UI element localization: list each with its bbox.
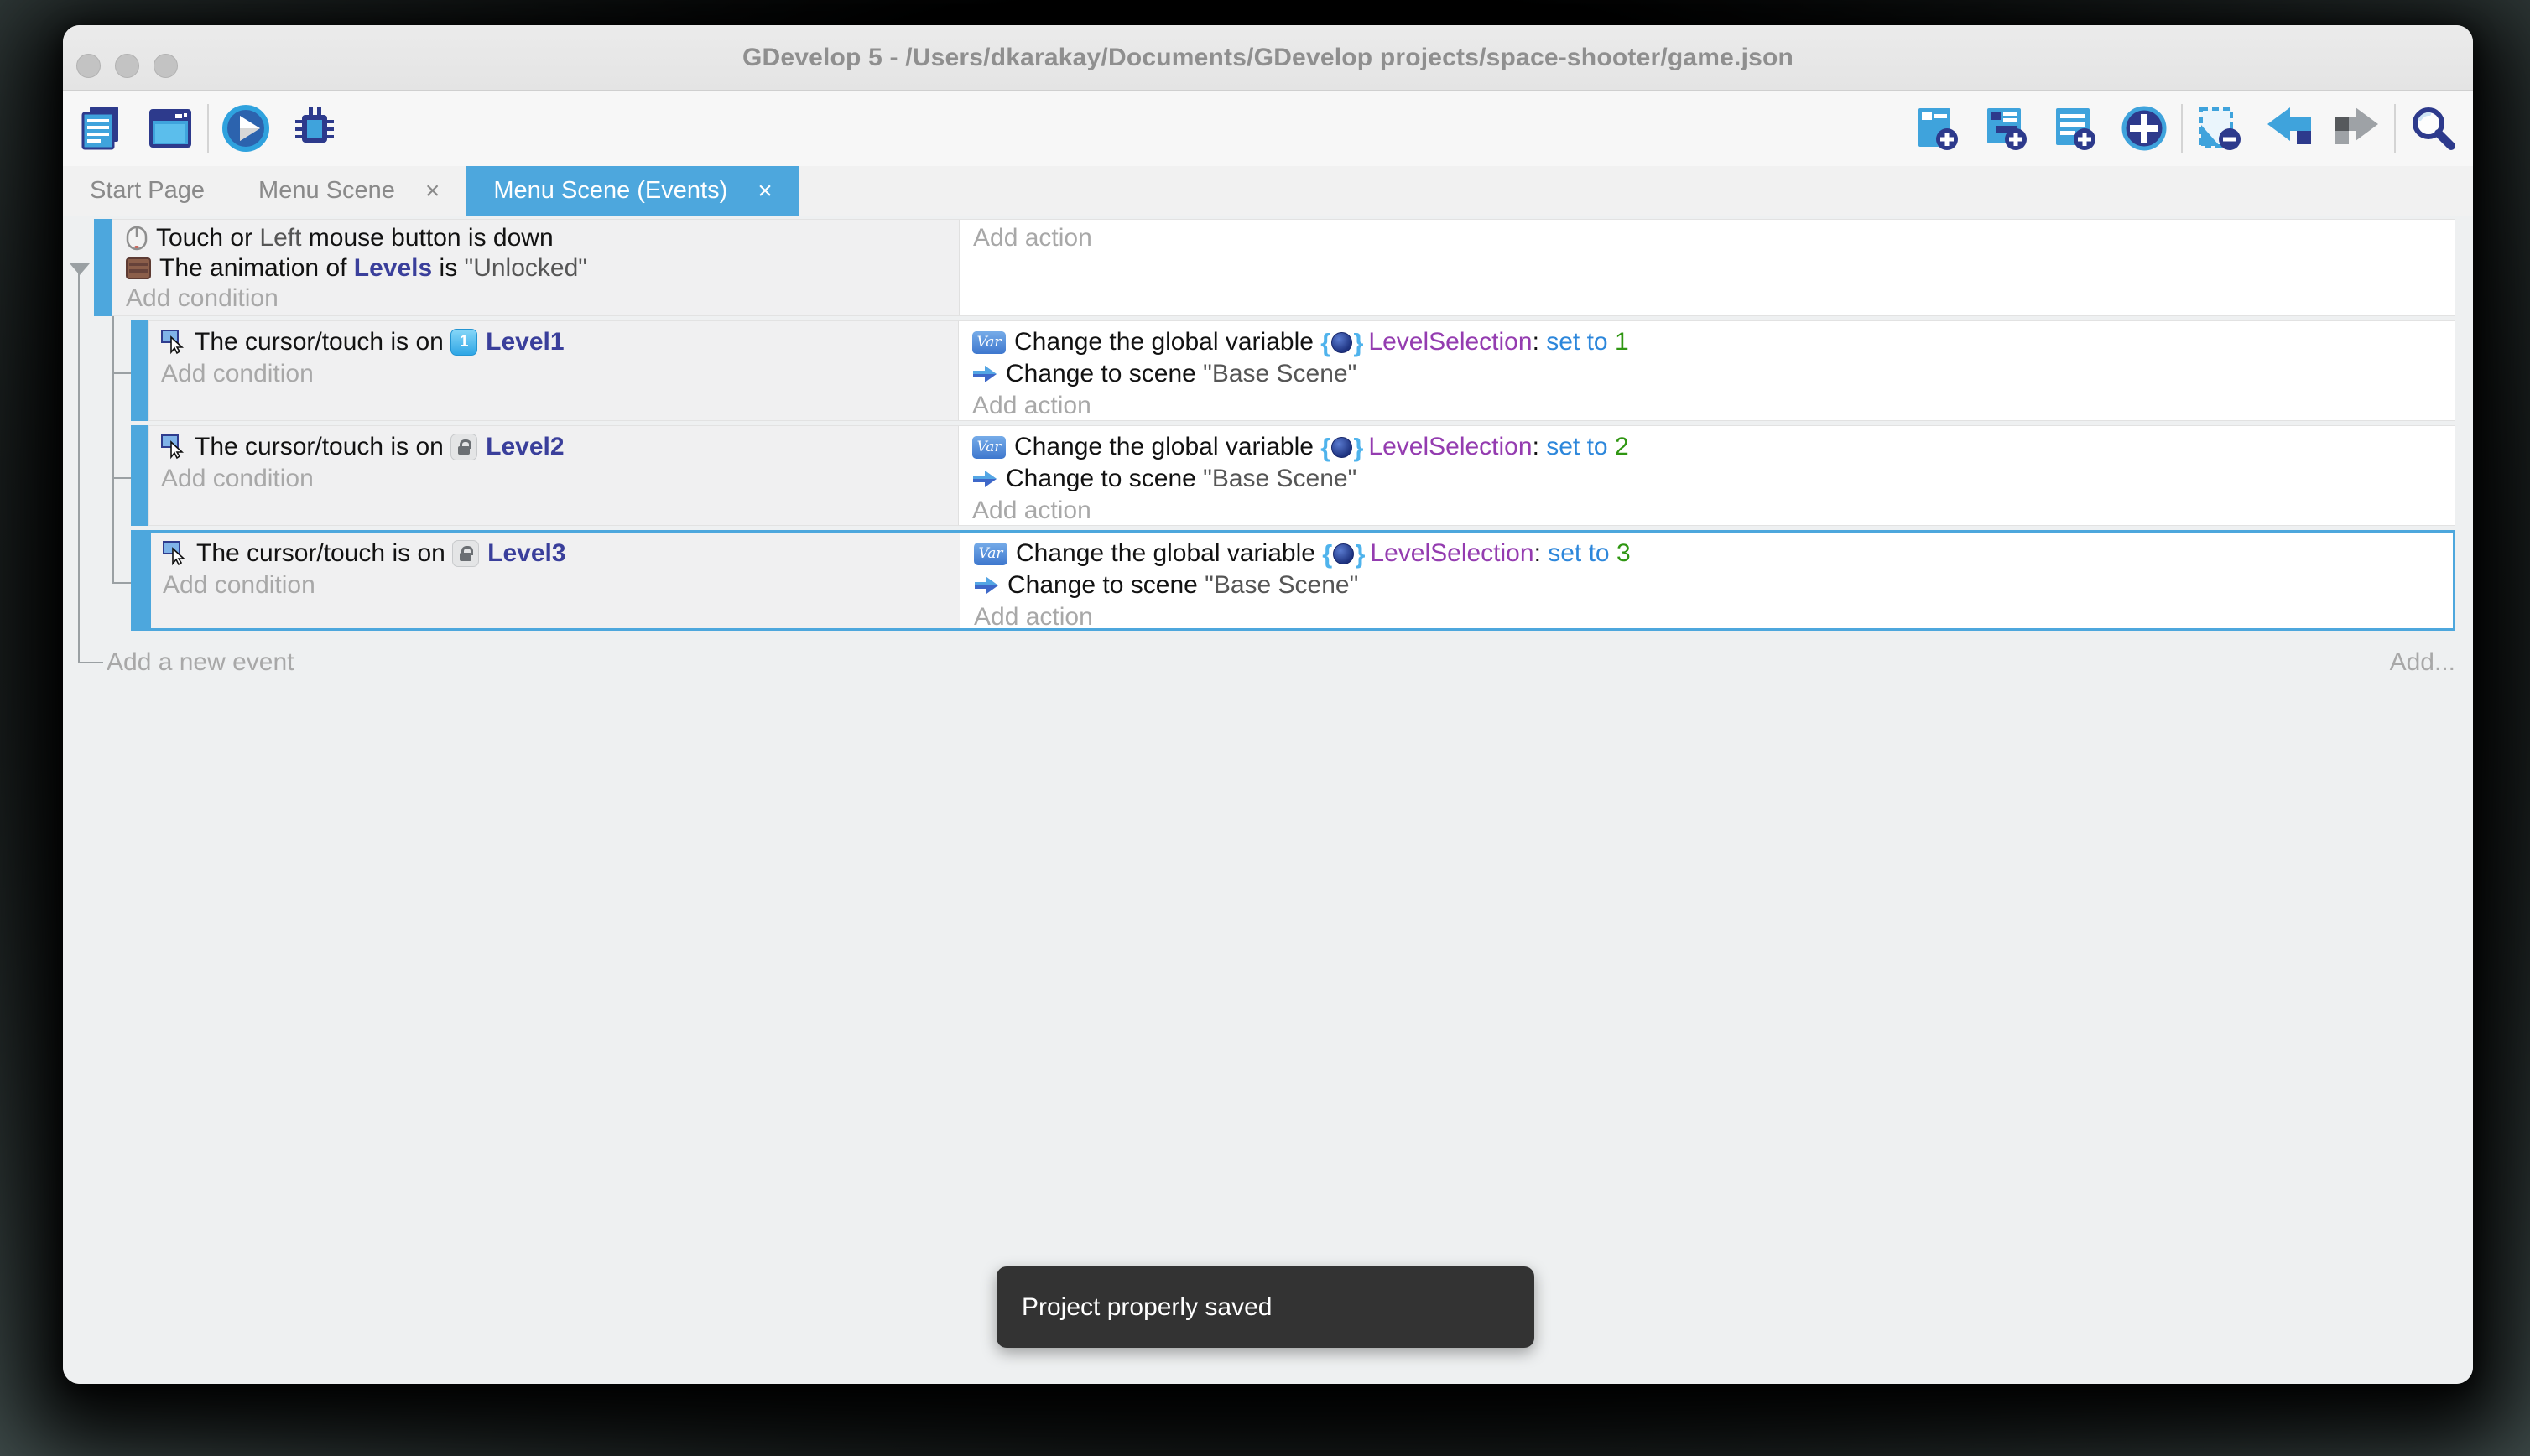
action-set-variable[interactable]: VarChange the global variable {}LevelSel…	[959, 326, 2455, 358]
lock-icon	[458, 446, 470, 455]
search-events-button[interactable]	[2408, 103, 2458, 153]
add-action-button[interactable]: Add action	[959, 390, 2455, 421]
scene-editor-button[interactable]	[145, 103, 195, 153]
tab-start-page[interactable]: Start Page	[63, 166, 232, 216]
titlebar: GDevelop 5 - /Users/dkarakay/Documents/G…	[63, 25, 2473, 91]
add-circle-icon	[2119, 103, 2169, 153]
level3-object-icon	[452, 540, 479, 567]
change-scene-arrow-icon	[972, 364, 997, 384]
event-drag-handle[interactable]	[131, 425, 148, 526]
global-variable-icon: {}	[1320, 434, 1363, 460]
add-comment-icon	[2050, 103, 2101, 153]
add-condition-button[interactable]: Add condition	[149, 463, 958, 495]
sprite-animation-icon	[126, 257, 151, 279]
cursor-icon	[161, 330, 186, 355]
cursor-icon	[161, 434, 186, 460]
tab-label: Start Page	[90, 177, 205, 205]
events-sheet: Touch or Left mouse button is down The a…	[63, 216, 2473, 1384]
delete-event-icon	[2194, 103, 2245, 153]
variable-icon: Var	[974, 543, 1007, 565]
condition-cursor-on-level3[interactable]: The cursor/touch is on Level3	[151, 538, 960, 569]
action-change-scene[interactable]: Change to scene "Base Scene"	[959, 358, 2455, 390]
condition-cursor-on-level1[interactable]: The cursor/touch is on 1Level1	[149, 326, 958, 358]
save-toast: Project properly saved	[997, 1266, 1534, 1348]
event-drag-handle[interactable]	[94, 219, 112, 316]
tab-close-icon[interactable]: ×	[425, 179, 440, 204]
toolbar-divider	[207, 104, 209, 153]
add-sub-event-button[interactable]	[1981, 103, 2032, 153]
undo-icon	[2263, 103, 2314, 153]
action-set-variable[interactable]: VarChange the global variable {}LevelSel…	[960, 538, 2453, 569]
app-window: GDevelop 5 - /Users/dkarakay/Documents/G…	[63, 25, 2473, 1384]
add-event-icon	[1913, 103, 1963, 153]
add-sub-event-icon	[1981, 103, 2032, 153]
search-icon	[2408, 103, 2458, 153]
event-drag-handle[interactable]	[131, 320, 148, 421]
toolbar-divider	[2394, 104, 2396, 153]
cursor-icon	[163, 541, 188, 566]
mouse-icon	[126, 226, 148, 251]
variable-icon: Var	[972, 436, 1006, 459]
debug-bug-icon	[289, 103, 340, 153]
play-preview-button[interactable]	[221, 103, 271, 153]
project-manager-icon	[76, 103, 127, 153]
event-row-level1: The cursor/touch is on 1Level1 Add condi…	[131, 320, 2455, 421]
action-change-scene[interactable]: Change to scene "Base Scene"	[959, 463, 2455, 495]
event-row-level2: The cursor/touch is on Level2 Add condit…	[131, 425, 2455, 526]
tab-label: Menu Scene (Events)	[493, 177, 727, 205]
event-row-main: Touch or Left mouse button is down The a…	[94, 219, 2455, 316]
tree-line	[78, 273, 80, 663]
tree-line	[112, 316, 114, 583]
add-action-button[interactable]: Add action	[960, 223, 2455, 253]
add-action-button[interactable]: Add action	[960, 601, 2453, 628]
level1-object-icon: 1	[450, 329, 477, 356]
event-drag-handle[interactable]	[133, 533, 151, 628]
add-condition-button[interactable]: Add condition	[151, 569, 960, 601]
tab-menu-scene-events[interactable]: Menu Scene (Events) ×	[466, 166, 799, 216]
condition-touch-mouse[interactable]: Touch or Left mouse button is down	[112, 223, 959, 253]
editor-tabbar: Start Page Menu Scene × Menu Scene (Even…	[63, 166, 2473, 216]
tree-line	[112, 372, 131, 374]
add-action-button[interactable]: Add action	[959, 495, 2455, 526]
toolbar-divider	[2181, 104, 2183, 153]
tab-label: Menu Scene	[258, 177, 395, 205]
tree-line	[112, 477, 131, 479]
redo-icon	[2332, 103, 2382, 153]
collapse-event-toggle[interactable]	[70, 263, 90, 275]
play-icon	[221, 103, 271, 153]
add-condition-button[interactable]: Add condition	[149, 358, 958, 390]
condition-animation[interactable]: The animation of Levels is "Unlocked"	[112, 253, 959, 283]
action-change-scene[interactable]: Change to scene "Base Scene"	[960, 569, 2453, 601]
lock-icon	[460, 553, 471, 561]
toast-message: Project properly saved	[1022, 1293, 1272, 1322]
undo-button[interactable]	[2263, 103, 2314, 153]
action-set-variable[interactable]: VarChange the global variable {}LevelSel…	[959, 431, 2455, 463]
add-other-event-button[interactable]	[2119, 103, 2169, 153]
condition-cursor-on-level2[interactable]: The cursor/touch is on Level2	[149, 431, 958, 463]
global-variable-icon: {}	[1322, 541, 1365, 567]
change-scene-arrow-icon	[974, 575, 999, 595]
redo-button[interactable]	[2332, 103, 2382, 153]
debug-button[interactable]	[289, 103, 340, 153]
change-scene-arrow-icon	[972, 469, 997, 489]
add-more-button[interactable]: Add...	[2390, 648, 2455, 677]
add-new-event-button[interactable]: Add a new event	[107, 648, 294, 677]
global-variable-icon: {}	[1320, 330, 1363, 356]
tree-line	[78, 662, 103, 663]
level2-object-icon	[450, 434, 477, 460]
window-title: GDevelop 5 - /Users/dkarakay/Documents/G…	[63, 25, 2473, 90]
delete-event-button[interactable]	[2194, 103, 2245, 153]
add-comment-button[interactable]	[2050, 103, 2101, 153]
tab-close-icon[interactable]: ×	[757, 179, 773, 204]
variable-icon: Var	[972, 331, 1006, 354]
project-manager-button[interactable]	[76, 103, 127, 153]
scene-window-icon	[145, 103, 195, 153]
add-event-button[interactable]	[1913, 103, 1963, 153]
tab-menu-scene[interactable]: Menu Scene ×	[232, 166, 466, 216]
toolbar	[63, 91, 2473, 166]
add-condition-button[interactable]: Add condition	[112, 283, 959, 314]
event-row-level3: The cursor/touch is on Level3 Add condit…	[131, 530, 2455, 631]
tree-line	[112, 582, 131, 584]
